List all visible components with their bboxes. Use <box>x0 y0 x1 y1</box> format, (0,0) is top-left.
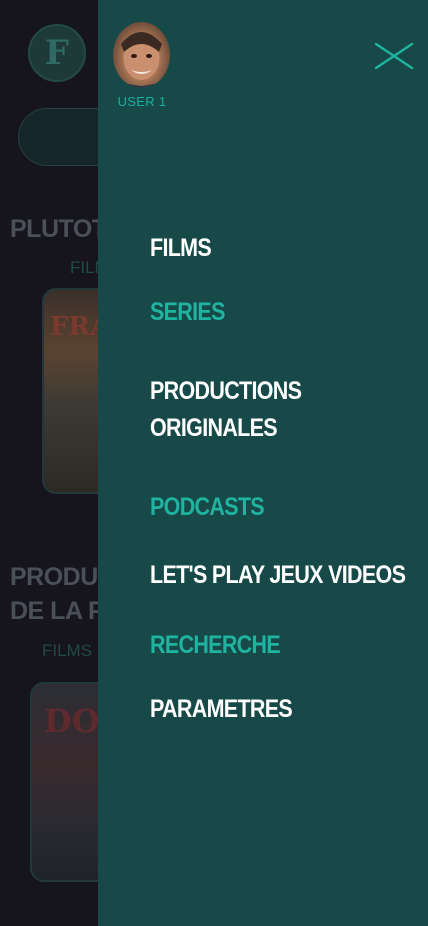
menu-item-films[interactable]: FILMS <box>150 230 212 266</box>
user-name: USER 1 <box>117 94 167 109</box>
navigation-drawer: USER 1 FILMS SERIES PRODUCTIONS ORIGINAL… <box>98 0 428 926</box>
menu-item-productions-originales-line1[interactable]: PRODUCTIONS <box>150 373 302 409</box>
menu-item-lets-play[interactable]: LET'S PLAY JEUX VIDEOS <box>150 557 406 593</box>
avatar[interactable] <box>113 22 170 88</box>
poster-title: DO <box>44 702 100 740</box>
menu-item-podcasts[interactable]: PODCASTS <box>150 489 265 525</box>
close-button[interactable] <box>374 40 414 72</box>
menu-item-recherche[interactable]: RECHERCHE <box>150 627 281 663</box>
app-logo[interactable]: F <box>28 24 86 82</box>
menu-item-parametres[interactable]: PARAMETRES <box>150 691 293 727</box>
close-icon <box>374 42 414 70</box>
avatar-image <box>113 32 170 88</box>
menu-item-series[interactable]: SERIES <box>150 294 225 330</box>
menu-item-productions-originales-line2[interactable]: ORIGINALES <box>150 410 278 446</box>
